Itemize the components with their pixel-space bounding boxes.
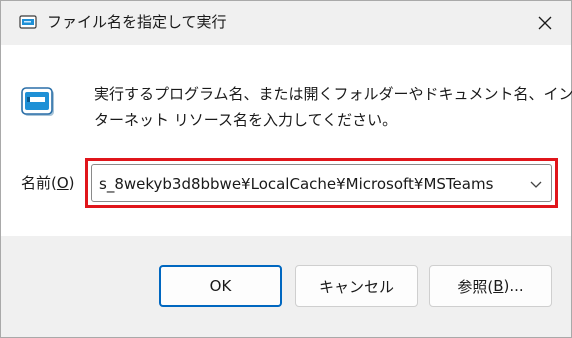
dialog-content: 実行するプログラム名、または開くフォルダーやドキュメント名、イン ターネット リ… <box>1 45 572 236</box>
run-dialog-icon <box>19 15 37 29</box>
ok-button[interactable]: OK <box>159 265 282 307</box>
name-combobox[interactable]: s_8wekyb3d8bbwe¥LocalCache¥Microsoft¥MST… <box>91 164 552 202</box>
browse-label-accelerator: B <box>493 277 504 295</box>
browse-label-suffix: )... <box>503 277 524 295</box>
run-program-icon <box>21 87 54 116</box>
browse-button[interactable]: 参照(B)... <box>429 265 552 307</box>
name-label-prefix: 名前( <box>21 174 57 192</box>
button-bar: OK キャンセル 参照(B)... <box>1 236 571 337</box>
name-label-accelerator: O <box>56 174 69 192</box>
name-label-suffix: ) <box>68 174 75 192</box>
title-bar[interactable]: ファイル名を指定して実行 <box>1 1 571 45</box>
name-label: 名前(O) <box>21 173 75 193</box>
close-button[interactable] <box>525 7 565 39</box>
run-dialog: ファイル名を指定して実行 実行するプログラム名、または開くフォルダーやドキュメン… <box>0 0 572 338</box>
browse-label-prefix: 参照( <box>457 277 494 296</box>
close-icon <box>538 16 552 30</box>
cancel-button[interactable]: キャンセル <box>295 265 418 307</box>
name-input[interactable]: s_8wekyb3d8bbwe¥LocalCache¥Microsoft¥MST… <box>99 174 493 194</box>
window-title: ファイル名を指定して実行 <box>47 13 227 31</box>
instructions-text: 実行するプログラム名、または開くフォルダーやドキュメント名、イン ターネット リ… <box>94 81 572 133</box>
chevron-down-icon[interactable] <box>529 177 543 191</box>
instructions-line-1: 実行するプログラム名、または開くフォルダーやドキュメント名、イン <box>94 85 572 103</box>
instructions-line-2: ターネット リソース名を入力してください。 <box>94 111 398 129</box>
